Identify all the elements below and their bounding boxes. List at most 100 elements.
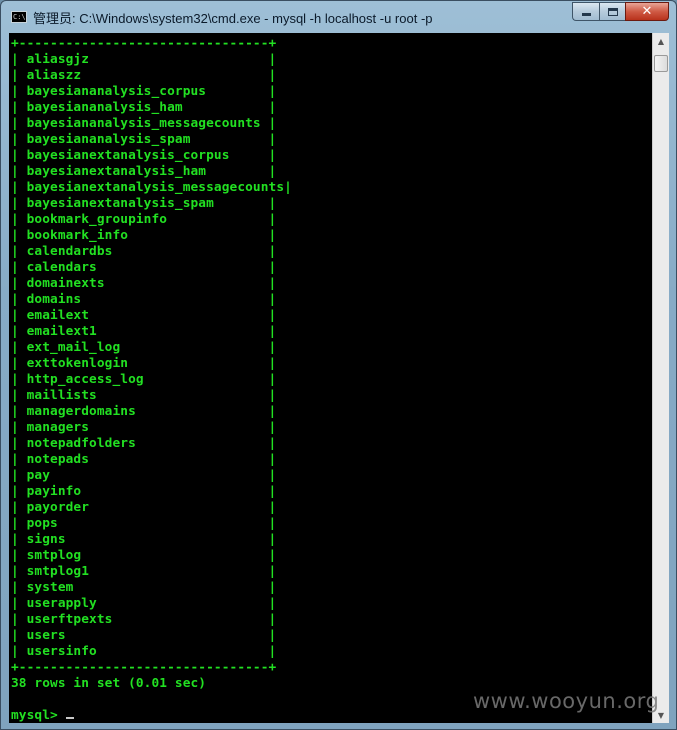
- table-cell: bayesianextanalysis_spam: [26, 196, 214, 211]
- table-cell: http_access_log: [26, 372, 144, 387]
- scroll-up-icon[interactable]: ▲: [653, 33, 669, 49]
- table-row: | bayesianextanalysis_corpus |: [11, 148, 292, 164]
- table-border-left: |: [11, 548, 27, 563]
- table-row: | bayesiananalysis_spam |: [11, 132, 292, 148]
- table-border-left: |: [11, 484, 27, 499]
- table-border-right: |: [96, 388, 277, 403]
- table-row: | domains |: [11, 292, 292, 308]
- minimize-button[interactable]: [572, 2, 599, 21]
- table-row: | bayesianextanalysis_spam |: [11, 196, 292, 212]
- table-border-left: |: [11, 180, 27, 195]
- table-border-right: |: [96, 644, 277, 659]
- table-border-right: |: [260, 116, 277, 131]
- minimize-icon: [581, 13, 591, 16]
- table-border-right: |: [229, 148, 277, 163]
- table-border-left: |: [11, 468, 27, 483]
- table-row: | pay |: [11, 468, 292, 484]
- table-border-left: |: [11, 68, 27, 83]
- table-border-right: |: [112, 612, 277, 627]
- table-row: | bayesiananalysis_messagecounts |: [11, 116, 292, 132]
- table-row: | userftpexts |: [11, 612, 292, 628]
- maximize-button[interactable]: [599, 2, 625, 21]
- table-border-right: |: [81, 548, 277, 563]
- table-cell: bayesiananalysis_spam: [26, 132, 191, 147]
- table-border-right: |: [89, 500, 277, 515]
- table-border-right: |: [65, 532, 277, 547]
- table-row: | domainexts |: [11, 276, 292, 292]
- table-border-right: |: [135, 436, 277, 451]
- table-row: | notepads |: [11, 452, 292, 468]
- table-border-right: |: [135, 404, 277, 419]
- table-cell: emailext: [26, 308, 90, 323]
- table-border-top: +--------------------------------+: [11, 36, 277, 51]
- table-cell: domainexts: [26, 276, 105, 291]
- table-border-left: |: [11, 420, 27, 435]
- table-row: | bookmark_groupinfo |: [11, 212, 292, 228]
- table-border-bottom: +--------------------------------+: [11, 660, 277, 675]
- table-cell: users: [26, 628, 66, 643]
- table-border-left: |: [11, 228, 27, 243]
- table-border-left: |: [11, 580, 27, 595]
- table-border-right: |: [89, 452, 277, 467]
- table-border-left: |: [11, 292, 27, 307]
- table-border-right: |: [143, 372, 277, 387]
- table-border-right: |: [128, 228, 277, 243]
- cmd-icon-glyph: C:\: [13, 13, 26, 21]
- table-cell: ext_mail_log: [26, 340, 121, 355]
- table-row: | smtplog1 |: [11, 564, 292, 580]
- vertical-scrollbar[interactable]: ▲ ▼: [652, 33, 669, 723]
- table-cell: aliasgjz: [26, 52, 90, 67]
- table-border-right: |: [89, 308, 277, 323]
- window-title: 管理员: C:\Windows\system32\cmd.exe - mysql…: [33, 11, 433, 26]
- result-summary: 38 rows in set (0.01 sec): [11, 676, 207, 691]
- table-border-right: |: [182, 100, 277, 115]
- console-text: +--------------------------------+ | alia…: [11, 36, 292, 723]
- table-border-right: |: [213, 196, 277, 211]
- table-cell: signs: [26, 532, 66, 547]
- table-border-right: |: [96, 324, 277, 339]
- table-cell: managerdomains: [26, 404, 136, 419]
- console-output[interactable]: +--------------------------------+ | alia…: [9, 33, 652, 723]
- watermark: www.wooyun.org: [473, 689, 660, 713]
- scroll-thumb[interactable]: [654, 55, 668, 72]
- table-cell: userapply: [26, 596, 97, 611]
- prompt-line[interactable]: mysql>: [11, 708, 292, 723]
- table-cell: smtplog: [26, 548, 82, 563]
- cmd-window: C:\ 管理员: C:\Windows\system32\cmd.exe - m…: [0, 0, 677, 730]
- table-cell: bayesianextanalysis_corpus: [26, 148, 230, 163]
- table-border-right: |: [50, 468, 277, 483]
- title-bar[interactable]: C:\ 管理员: C:\Windows\system32\cmd.exe - m…: [1, 1, 676, 33]
- table-border-right: |: [65, 628, 277, 643]
- table-row: | ext_mail_log |: [11, 340, 292, 356]
- table-border-right: |: [73, 580, 277, 595]
- table-border-right: |: [96, 596, 277, 611]
- table-border-right: |: [57, 516, 277, 531]
- table-border-right: |: [284, 180, 292, 195]
- table-border-left: |: [11, 132, 27, 147]
- table-cell: bayesiananalysis_corpus: [26, 84, 207, 99]
- table-cell: system: [26, 580, 74, 595]
- table-row: | pops |: [11, 516, 292, 532]
- table-border-left: |: [11, 260, 27, 275]
- table-row: | calendardbs |: [11, 244, 292, 260]
- close-button[interactable]: ✕: [625, 2, 669, 21]
- table-row: | bayesiananalysis_corpus |: [11, 84, 292, 100]
- table-cell: domains: [26, 292, 82, 307]
- table-row: | bayesianextanalysis_messagecounts|: [11, 180, 292, 196]
- table-border-left: |: [11, 212, 27, 227]
- table-border-left: |: [11, 116, 27, 131]
- table-border-left: |: [11, 404, 27, 419]
- table-border-left: |: [11, 372, 27, 387]
- table-row: | maillists |: [11, 388, 292, 404]
- table-row: | users |: [11, 628, 292, 644]
- table-row: | notepadfolders |: [11, 436, 292, 452]
- table-cell: bayesianextanalysis_messagecounts: [26, 180, 285, 195]
- table-row: | usersinfo |: [11, 644, 292, 660]
- table-border-right: |: [81, 68, 277, 83]
- table-row: | aliasgjz |: [11, 52, 292, 68]
- table-border-left: |: [11, 276, 27, 291]
- cmd-icon[interactable]: C:\: [11, 11, 27, 23]
- table-border-left: |: [11, 340, 27, 355]
- table-border-left: |: [11, 148, 27, 163]
- table-cell: calendars: [26, 260, 97, 275]
